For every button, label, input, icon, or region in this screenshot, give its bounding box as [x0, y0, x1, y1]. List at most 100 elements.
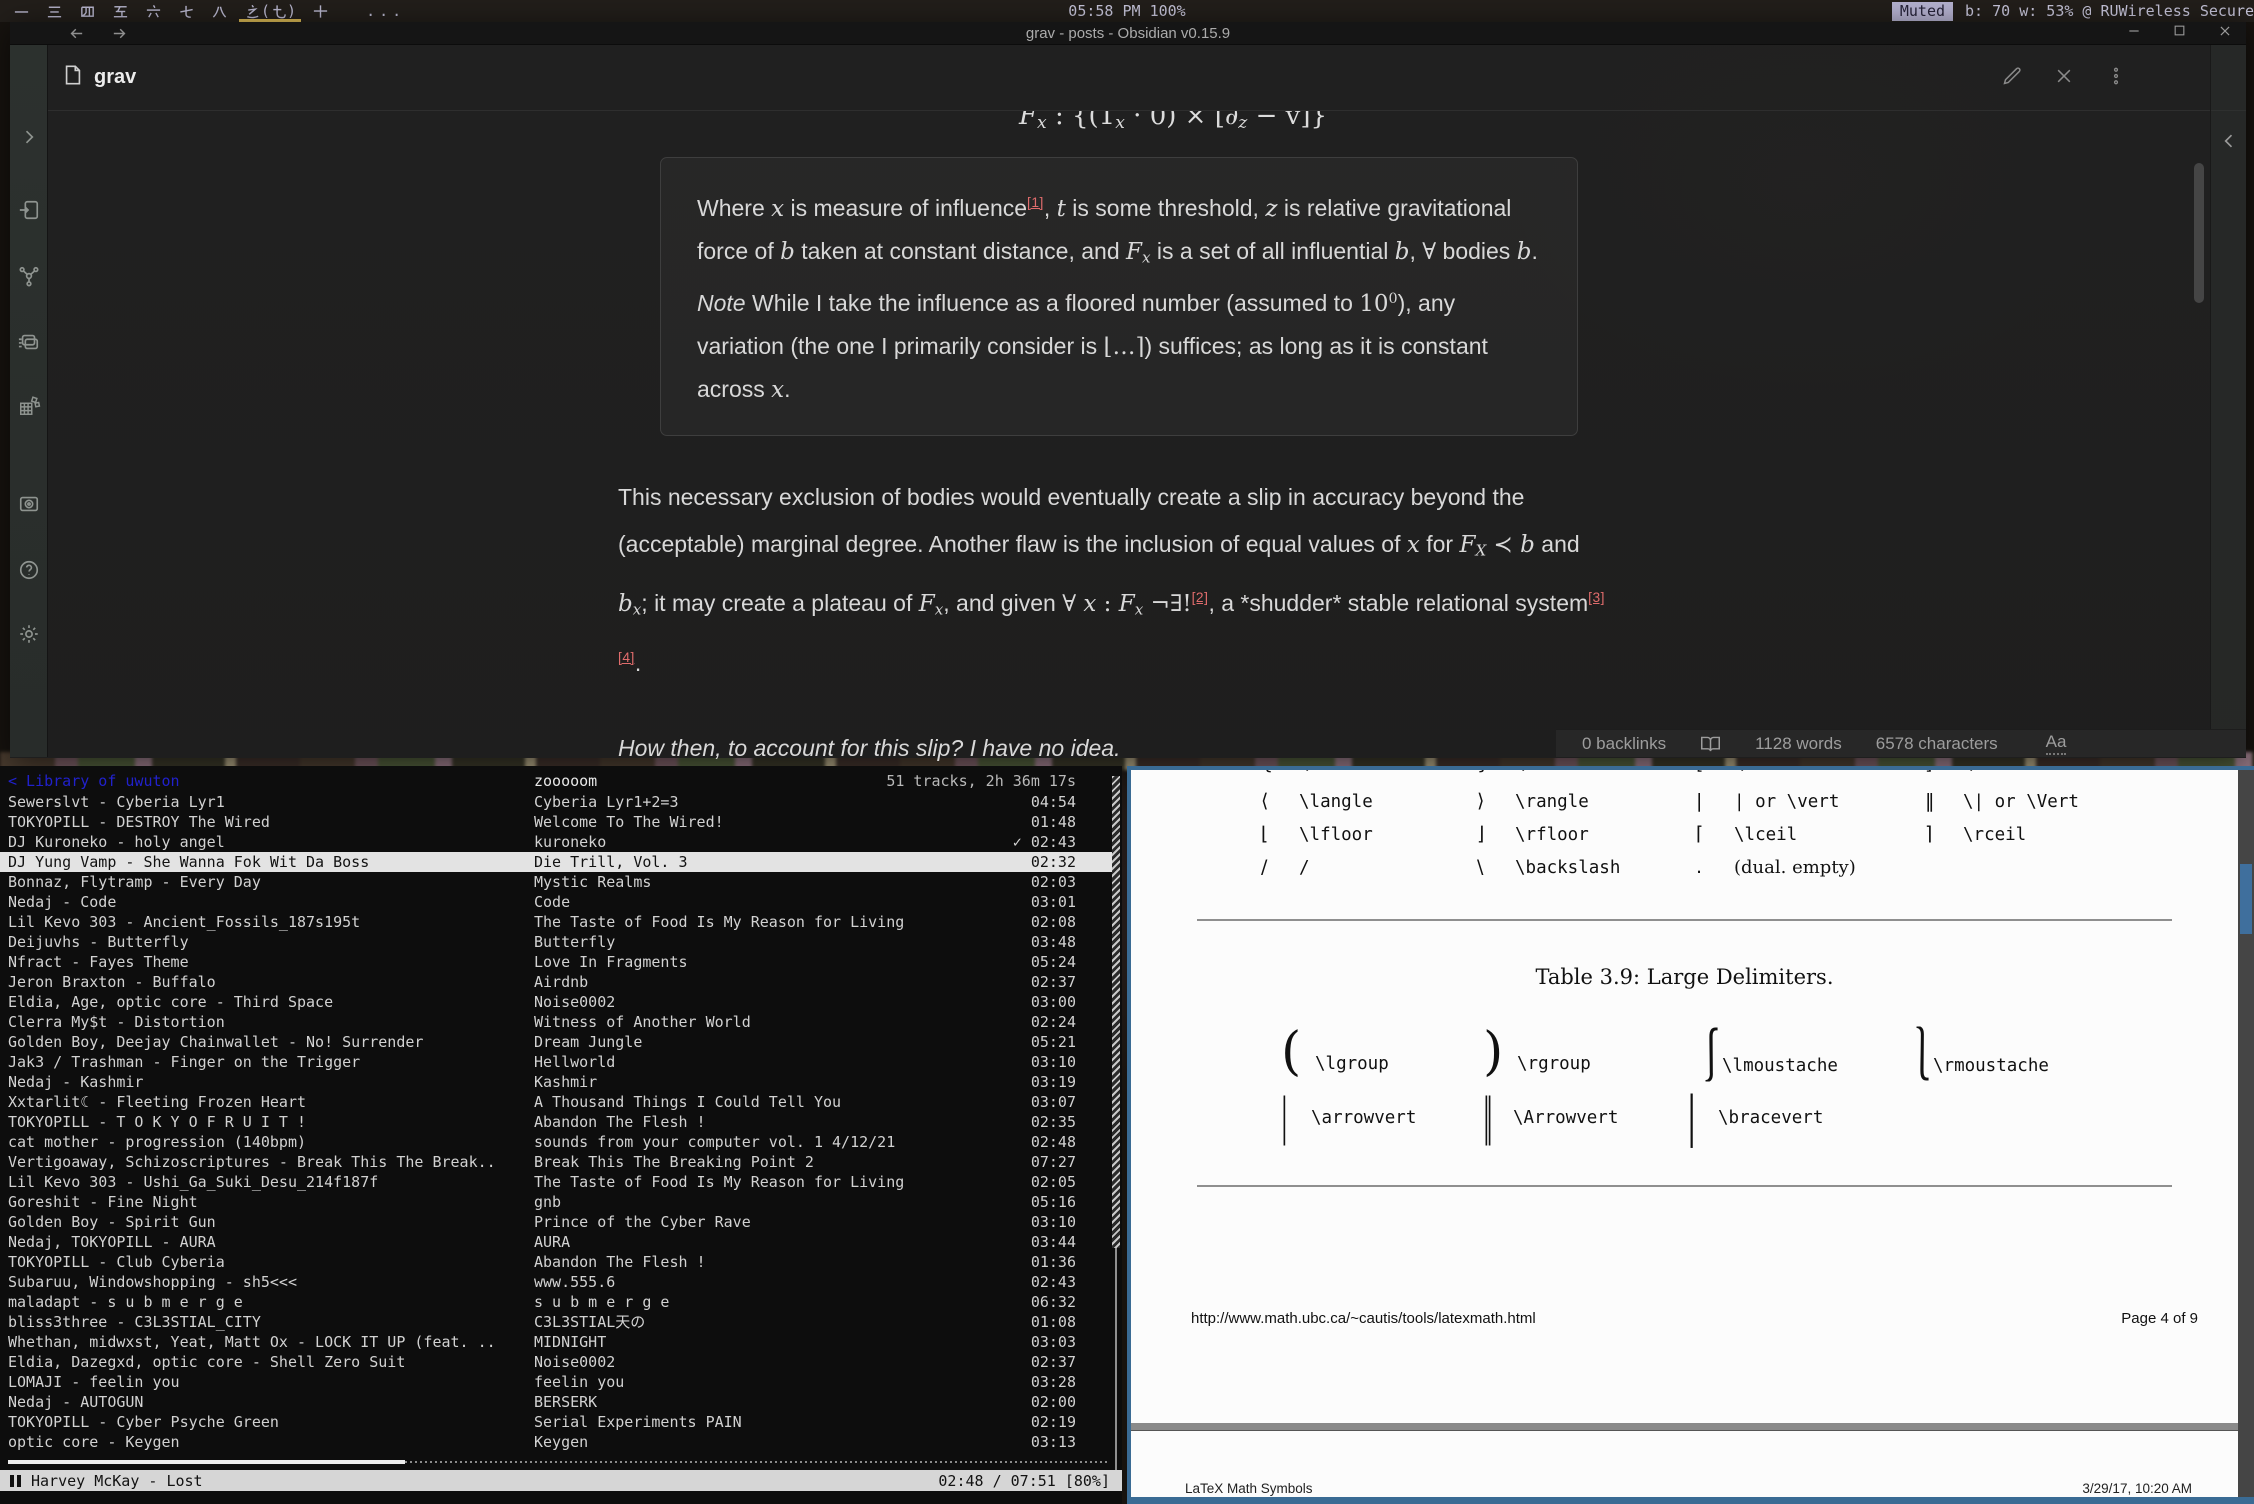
pdf-scrollbar-thumb[interactable]	[2240, 864, 2252, 934]
track-row[interactable]: Sewerslvt - Cyberia Lyr1Cyberia Lyr1+2=3…	[0, 792, 1112, 812]
track-row[interactable]: Deijuvhs - ButterflyButterfly03:48	[0, 932, 1112, 952]
random-note-icon[interactable]	[18, 395, 40, 422]
player-scrollbar[interactable]	[1112, 792, 1120, 1472]
footnote-link[interactable]: [1]	[1027, 195, 1044, 210]
track-row[interactable]: Whethan, midwxst, Yeat, Matt Ox - LOCK I…	[0, 1332, 1112, 1352]
workspace-tab[interactable]	[78, 0, 97, 22]
track-row[interactable]: DJ Kuroneko - holy angelkuroneko✓ 02:43	[0, 832, 1112, 852]
collapse-right-icon[interactable]	[2219, 131, 2239, 151]
workspace-tab[interactable]	[177, 0, 196, 22]
track-row[interactable]: Lil Kevo 303 - Ancient_Fossils_187s195tT…	[0, 912, 1112, 932]
delimiter-cell: ⟩\rangle	[1477, 790, 1696, 812]
delimiter-cell: ‖\| or \Vert	[1925, 790, 2238, 812]
workspace-tab[interactable]	[144, 0, 163, 22]
open-note-icon[interactable]	[18, 199, 40, 226]
book-open-icon[interactable]	[1700, 735, 1721, 753]
track-row[interactable]: Subaruu, Windowshopping - sh5<<<www.555.…	[0, 1272, 1112, 1292]
clipped-math-line: Fx : {(1x · 0) × [∂z − v]}	[618, 111, 1608, 131]
player-header: < Library of uwuton zooooom 51 tracks, 2…	[0, 771, 1112, 791]
player-scrollbar-thumb[interactable]	[1112, 776, 1120, 1248]
pdf-next-page-header: LaTeX Math Symbols 3/29/17, 10:20 AM	[1185, 1481, 2192, 1496]
track-row[interactable]: TOKYOPILL - T O K Y O F R U I T !Abandon…	[0, 1112, 1112, 1132]
pencil-icon[interactable]	[2002, 66, 2022, 91]
track-row[interactable]: Bonnaz, Flytramp - Every DayMystic Realm…	[0, 872, 1112, 892]
expand-sidebar-icon[interactable]	[19, 127, 39, 152]
pause-icon[interactable]	[10, 1475, 21, 1487]
now-playing-bar: Harvey McKay - Lost 02:48 / 07:51 [80%]	[0, 1470, 1122, 1491]
delimiter-cell: |\arrowvert	[1281, 1104, 1483, 1128]
track-row[interactable]: maladapt - s u b m e r g es u b m e r g …	[0, 1292, 1112, 1312]
track-row[interactable]: Jak3 / Trashman - Finger on the TriggerH…	[0, 1052, 1112, 1072]
track-row[interactable]: Vertigoaway, Schizoscriptures - Break Th…	[0, 1152, 1112, 1172]
track-row[interactable]: Nfract - Fayes ThemeLove In Fragments05:…	[0, 952, 1112, 972]
track-row[interactable]: Nedaj, TOKYOPILL - AURAAURA03:44	[0, 1232, 1112, 1252]
track-row[interactable]: optic core - KeygenKeygen03:13	[0, 1432, 1112, 1452]
track-row[interactable]: Jeron Braxton - BuffaloAirdnb02:37	[0, 972, 1112, 992]
workspace-tab[interactable]	[311, 0, 330, 22]
track-row[interactable]: DJ Yung Vamp - She Wanna Fok Wit Da Boss…	[0, 852, 1112, 872]
workspace-tab[interactable]	[210, 0, 229, 22]
workspace-tab[interactable]	[111, 0, 130, 22]
pdf-page-footer: http://www.math.ubc.ca/~cautis/tools/lat…	[1191, 1310, 2198, 1327]
track-row[interactable]: cat mother - progression (140bpm)sounds …	[0, 1132, 1112, 1152]
delimiter-cell: ‖\Arrowvert	[1483, 1104, 1688, 1128]
minimize-icon[interactable]	[2127, 24, 2141, 43]
track-row[interactable]: Nedaj - KashmirKashmir03:19	[0, 1072, 1112, 1092]
delimiter-cell: || or \vert	[1696, 790, 1925, 812]
track-row[interactable]: TOKYOPILL - DESTROY The WiredWelcome To …	[0, 812, 1112, 832]
page-indicator: Page 4 of 9	[2121, 1310, 2198, 1327]
maximize-icon[interactable]	[2173, 24, 2186, 42]
track-row[interactable]: Eldia, Age, optic core - Third SpaceNois…	[0, 992, 1112, 1012]
workspace-overflow[interactable]: ...	[366, 2, 405, 20]
history-forward-icon[interactable]	[111, 25, 128, 42]
delimiter-cell: )\rgroup	[1483, 1022, 1688, 1082]
library-link[interactable]: < Library of uwuton	[0, 771, 534, 791]
obsidian-titlebar: grav - posts - Obsidian v0.15.9	[10, 22, 2246, 45]
now-playing-time: 02:48 / 07:51 [80%]	[938, 1472, 1112, 1490]
graph-view-icon[interactable]	[18, 265, 40, 292]
track-row[interactable]: Nedaj - CodeCode03:01	[0, 892, 1112, 912]
track-row[interactable]: LOMAJI - feelin youfeelin you03:28	[0, 1372, 1112, 1392]
delimiter-cell: {\lbrace	[1261, 770, 1477, 774]
workspace-tab[interactable]	[45, 0, 64, 22]
track-row[interactable]: Eldia, Dazegxd, optic core - Shell Zero …	[0, 1352, 1112, 1372]
pdf-scrollbar[interactable]	[2238, 770, 2254, 1497]
backlinks-count[interactable]: 0 backlinks	[1582, 734, 1666, 754]
reading-mode-toggle[interactable]: Aa	[2046, 732, 2067, 755]
horizontal-rule	[1197, 1185, 2172, 1187]
history-back-icon[interactable]	[68, 25, 85, 42]
workspace-switcher: ()	[12, 0, 330, 22]
now-playing-title: Harvey McKay - Lost	[31, 1472, 203, 1490]
seek-bar[interactable]	[8, 1460, 1110, 1464]
track-row[interactable]: Golden Boy - Spirit GunPrince of the Cyb…	[0, 1212, 1112, 1232]
delimiter-cell: ⌉\rceil	[1925, 823, 2238, 845]
track-row[interactable]: TOKYOPILL - Club CyberiaAbandon The Fles…	[0, 1252, 1112, 1272]
track-row[interactable]: Goreshit - Fine Nightgnb05:16	[0, 1192, 1112, 1212]
help-icon[interactable]	[18, 559, 40, 586]
track-row[interactable]: bliss3three - C3L3STIAL_CITYC3L3STIAL天の0…	[0, 1312, 1112, 1332]
track-row[interactable]: TOKYOPILL - Cyber Psyche GreenSerial Exp…	[0, 1412, 1112, 1432]
delimiter-cell: [\lbrack	[1696, 770, 1925, 774]
editor-scrollbar-thumb[interactable]	[2194, 163, 2204, 303]
footnote-link[interactable]: [2]	[1192, 590, 1209, 605]
track-row[interactable]: Clerra My$t - DistortionWitness of Anoth…	[0, 1012, 1112, 1032]
close-pane-icon[interactable]	[2054, 66, 2074, 91]
note-content: Fx : {(1x · 0) × [∂z − v]} Where x is me…	[618, 111, 1608, 772]
close-icon[interactable]	[2218, 24, 2232, 43]
delimiter-cell: ⌈\lceil	[1696, 823, 1925, 845]
track-row[interactable]: Xxtarlit☾ - Fleeting Frozen HeartA Thous…	[0, 1092, 1112, 1112]
note-header: grav	[48, 45, 2246, 111]
track-row[interactable]: Lil Kevo 303 - Ushi_Ga_Suki_Desu_214f187…	[0, 1172, 1112, 1192]
track-row[interactable]: Golden Boy, Deejay Chainwallet - No! Sur…	[0, 1032, 1112, 1052]
delimiter-cell: ⎰\lmoustache	[1688, 1019, 1899, 1085]
card-stack-icon[interactable]	[18, 331, 40, 358]
workspace-tab[interactable]	[12, 0, 31, 22]
settings-gear-icon[interactable]	[18, 623, 40, 650]
slides-icon[interactable]	[18, 493, 40, 520]
track-row[interactable]: Nedaj - AUTOGUNBERSERK02:00	[0, 1392, 1112, 1412]
workspace-tab[interactable]: ()	[243, 0, 297, 22]
network-status: b: 70 w: 53% @ RUWireless Secure	[1965, 2, 2254, 20]
more-dots-icon[interactable]	[2106, 66, 2126, 91]
large-delimiter-table: (\lgroup)\rgroup⎰\lmoustache⎱\rmoustache…	[1131, 1015, 2238, 1143]
pdf-viewer-window: {\lbrace}\rbrace[\lbrack]\rbrack ⟨\langl…	[1127, 766, 2254, 1504]
